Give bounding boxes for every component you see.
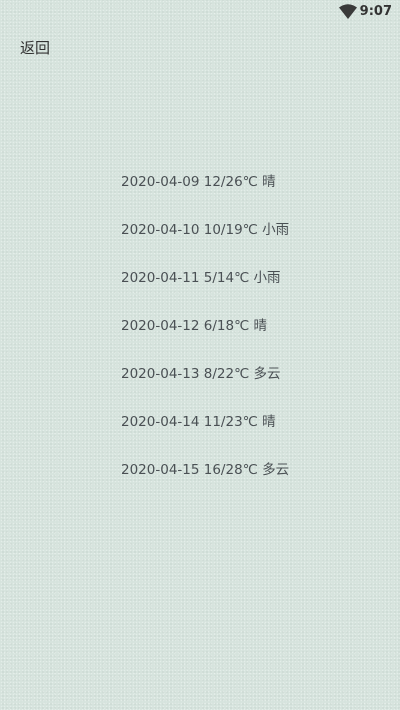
forecast-item: 2020-04-11 5/14℃ 小雨 <box>121 270 281 286</box>
forecast-item: 2020-04-15 16/28℃ 多云 <box>121 462 290 478</box>
status-bar: 9:07 <box>0 0 400 24</box>
forecast-item: 2020-04-13 8/22℃ 多云 <box>121 366 281 382</box>
forecast-item: 2020-04-12 6/18℃ 晴 <box>121 318 268 334</box>
wifi-icon <box>339 4 357 19</box>
forecast-item: 2020-04-10 10/19℃ 小雨 <box>121 222 290 238</box>
forecast-item: 2020-04-09 12/26℃ 晴 <box>121 174 276 190</box>
back-button[interactable]: 返回 <box>20 38 50 58</box>
forecast-list: 2020-04-09 12/26℃ 晴 2020-04-10 10/19℃ 小雨… <box>121 170 289 506</box>
status-time: 9:07 <box>359 4 392 19</box>
forecast-item: 2020-04-14 11/23℃ 晴 <box>121 414 276 430</box>
